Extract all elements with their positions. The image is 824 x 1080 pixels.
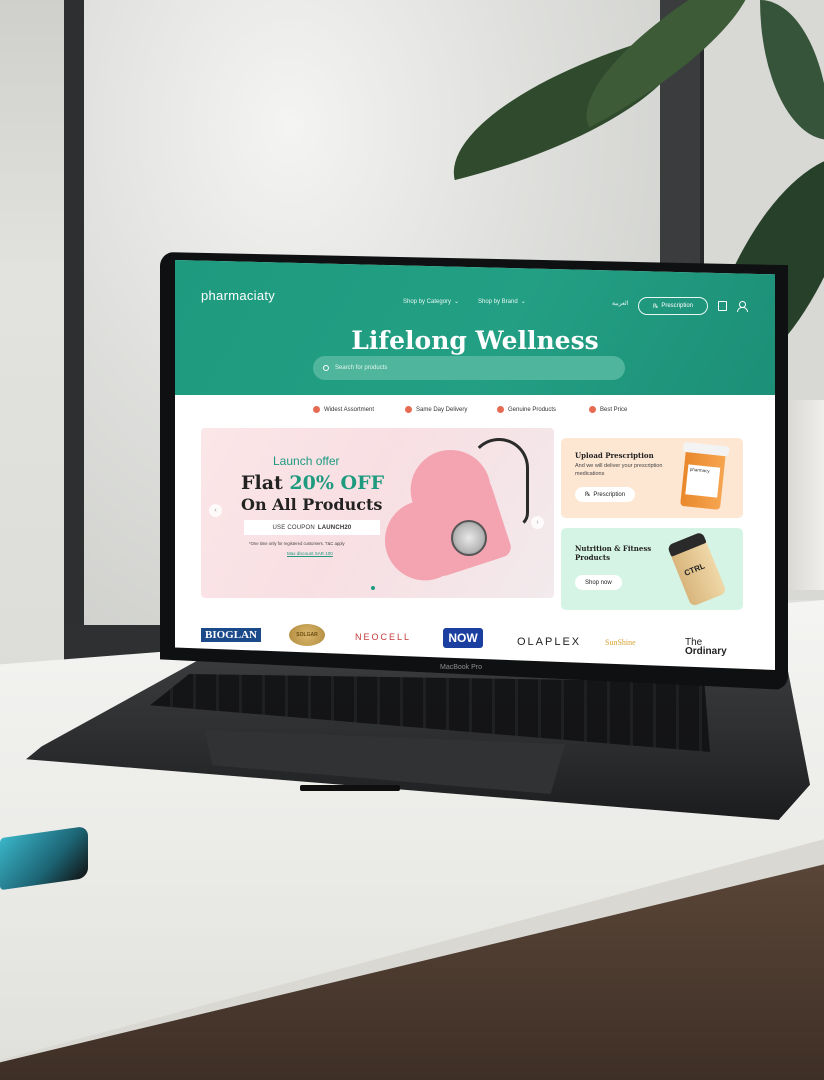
pill-bottle-image: pharmacy xyxy=(680,448,726,510)
badge-icon xyxy=(313,406,320,413)
window-frame xyxy=(64,0,84,660)
brand-bioglan[interactable]: BIOGLAN xyxy=(201,628,261,642)
perk-item: Same Day Delivery xyxy=(405,406,467,413)
nav-shop-by-brand[interactable]: Shop by Brand ⌄ xyxy=(478,298,526,305)
rx-icon: ℞ xyxy=(585,492,591,498)
laptop-hinge xyxy=(300,785,400,791)
perk-item: Best Price xyxy=(589,406,627,413)
brand-olaplex[interactable]: OLAPLEX xyxy=(517,636,581,648)
brand-neocell[interactable]: NEOCELL xyxy=(355,632,411,642)
carousel-next-button[interactable]: › xyxy=(531,516,544,529)
carousel-prev-button[interactable]: ‹ xyxy=(209,504,222,517)
hero-header: pharmaciaty Shop by Category ⌄ Shop by Br… xyxy=(175,260,775,395)
offer-label: Launch offer xyxy=(273,454,340,468)
brand-the-ordinary[interactable]: The Ordinary xyxy=(685,638,727,657)
max-discount-link[interactable]: Max discount SAR 100 xyxy=(287,551,333,556)
delivery-icon xyxy=(405,406,412,413)
upload-prescription-button[interactable]: ℞ Prescription xyxy=(575,487,636,502)
search-placeholder: Search for products xyxy=(335,365,388,371)
offer-terms: *One time only for registered customers.… xyxy=(249,541,345,546)
stethoscope-image xyxy=(451,520,487,556)
chevron-down-icon: ⌄ xyxy=(454,299,460,305)
card-title: Upload Prescription xyxy=(575,451,654,460)
brand-now[interactable]: NOW xyxy=(443,628,483,648)
shield-icon xyxy=(497,406,504,413)
card-title: Nutrition & Fitness Products xyxy=(575,544,652,562)
perk-item: Widest Assortment xyxy=(313,406,374,413)
brand-solgar[interactable]: SOLGAR xyxy=(289,624,325,646)
shaker-bottle-image: CTRL xyxy=(669,537,727,607)
laptop-screen: pharmaciaty Shop by Category ⌄ Shop by Br… xyxy=(175,260,775,670)
perks-bar: Widest Assortment Same Day Delivery Genu… xyxy=(175,406,775,420)
offer-subtitle: On All Products xyxy=(241,495,383,514)
prescription-button[interactable]: ℞ Prescription xyxy=(638,297,708,315)
shop-now-button[interactable]: Shop now xyxy=(575,575,622,590)
cart-icon[interactable] xyxy=(718,301,727,311)
price-tag-icon xyxy=(589,406,596,413)
card-subtitle: And we will deliver your prescription me… xyxy=(575,463,663,477)
nutrition-fitness-card[interactable]: Nutrition & Fitness Products Shop now CT… xyxy=(561,528,743,610)
offer-carousel[interactable]: Launch offer Flat 20% OFF On All Product… xyxy=(201,428,554,598)
search-icon xyxy=(323,365,329,371)
nav-shop-by-category[interactable]: Shop by Category ⌄ xyxy=(403,298,459,305)
chevron-down-icon: ⌄ xyxy=(520,299,526,305)
laptop-model-label: MacBook Pro xyxy=(440,664,483,671)
offer-headline: Flat 20% OFF xyxy=(241,472,385,494)
coupon-box: USE COUPON LAUNCH20 xyxy=(244,520,380,535)
carousel-dot[interactable] xyxy=(371,586,375,590)
upload-prescription-card[interactable]: Upload Prescription And we will deliver … xyxy=(561,438,743,518)
perk-item: Genuine Products xyxy=(497,406,556,413)
language-switch[interactable]: العربية xyxy=(612,300,628,307)
site-logo[interactable]: pharmaciaty xyxy=(201,288,275,303)
search-input[interactable]: Search for products xyxy=(313,356,625,380)
brand-sunshine[interactable]: SunShine xyxy=(605,638,636,647)
hero-title: Lifelong Wellness xyxy=(351,326,599,355)
user-icon[interactable] xyxy=(737,301,748,312)
rx-icon: ℞ xyxy=(652,303,659,310)
